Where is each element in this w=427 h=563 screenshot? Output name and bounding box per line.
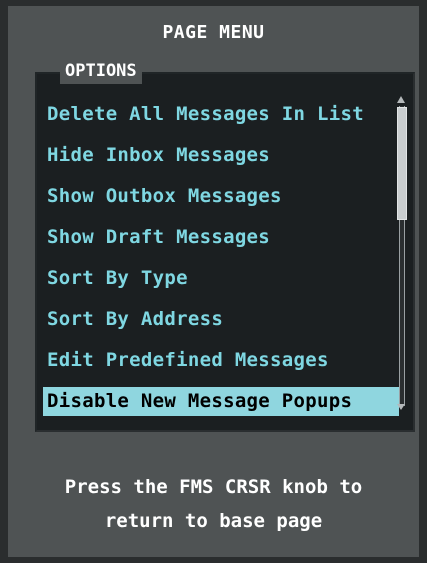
- menu-item-sort-by-address[interactable]: Sort By Address: [43, 299, 399, 340]
- menu-item-delete-all-messages[interactable]: Delete All Messages In List: [43, 94, 399, 135]
- menu-item-show-outbox-messages[interactable]: Show Outbox Messages: [43, 176, 399, 217]
- return-instructions-line-1: Press the FMS CRSR knob to: [64, 476, 363, 498]
- menu-item-sort-by-type[interactable]: Sort By Type: [43, 258, 399, 299]
- menu-item-disable-new-message-popups[interactable]: Disable New Message Popups: [43, 387, 399, 416]
- return-instructions: Press the FMS CRSR knob to return to bas…: [0, 470, 427, 538]
- options-scrollbar[interactable]: [394, 96, 408, 410]
- scroll-up-arrow-icon: [397, 96, 405, 103]
- options-list-box: Delete All Messages In List Hide Inbox M…: [35, 72, 415, 432]
- menu-item-hide-inbox-messages[interactable]: Hide Inbox Messages: [43, 135, 399, 176]
- options-group-label: OPTIONS: [60, 58, 142, 84]
- scroll-down-arrow-icon: [397, 404, 405, 410]
- menu-item-show-draft-messages[interactable]: Show Draft Messages: [43, 217, 399, 258]
- options-menu-list: Delete All Messages In List Hide Inbox M…: [43, 94, 399, 416]
- page-title: PAGE MENU: [162, 22, 265, 43]
- return-instructions-line-2: return to base page: [104, 510, 323, 532]
- scroll-thumb[interactable]: [397, 107, 407, 220]
- menu-item-edit-predefined-messages[interactable]: Edit Predefined Messages: [43, 340, 399, 381]
